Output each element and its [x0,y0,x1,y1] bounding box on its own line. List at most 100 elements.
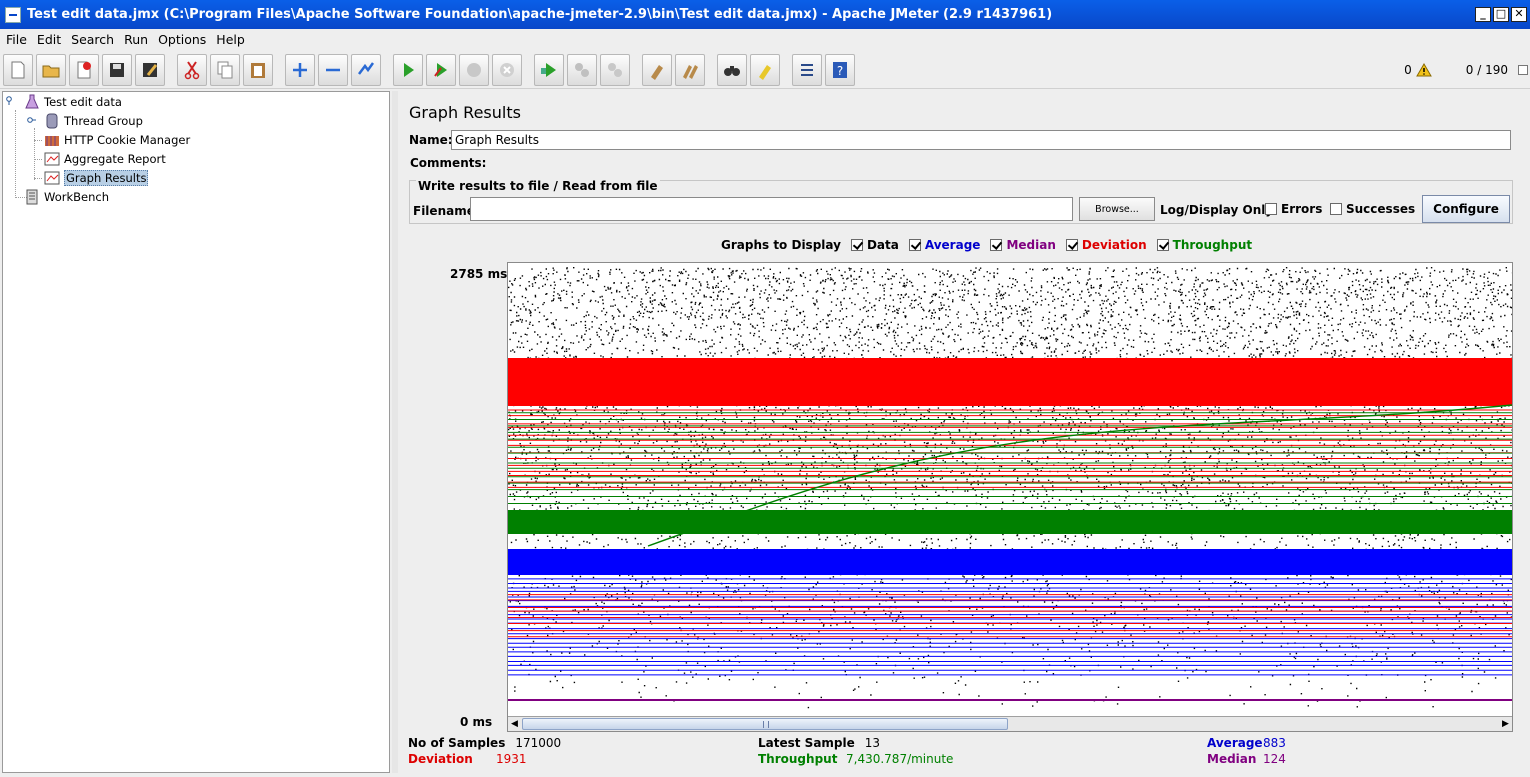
median-checkbox[interactable] [990,239,1003,251]
configure-button[interactable]: Configure [1422,195,1510,223]
tree-item-label: WorkBench [44,190,109,204]
clear-all-icon [683,64,698,79]
menu-search[interactable]: Search [67,32,118,47]
start-button[interactable] [393,53,423,86]
graph-option-median[interactable]: Median [990,238,1056,252]
close-button[interactable] [69,53,99,86]
graph-option-throughput[interactable]: Throughput [1156,238,1252,252]
tree-item-label: HTTP Cookie Manager [64,133,191,147]
filename-input[interactable] [470,197,1073,221]
open-button[interactable] [36,53,66,86]
tree-item-label: Thread Group [64,114,143,128]
close-window-button[interactable]: ✕ [1511,7,1527,22]
status-area: 0 0 / 190 [1404,51,1530,89]
copy-icon [217,61,233,78]
save-as-button[interactable] [135,53,165,86]
scroll-right-icon[interactable]: ▶ [1499,717,1512,731]
name-input[interactable] [451,130,1511,150]
deviation-label: Deviation [408,752,473,766]
browse-button[interactable]: Browse... [1079,197,1155,221]
data-checkbox[interactable] [850,239,863,251]
cut-button[interactable] [177,53,207,86]
stop-icon [467,62,481,77]
start-no-pauses-button[interactable] [426,53,456,86]
menu-help[interactable]: Help [212,32,249,47]
paste-button[interactable] [243,53,273,86]
name-label: Name: [409,133,453,147]
y-axis-max-label: 2785 ms [450,267,508,281]
menu-edit[interactable]: Edit [33,32,65,47]
maximize-button[interactable]: □ [1493,7,1509,22]
expand-all-button[interactable] [285,53,315,86]
expand-icon [293,62,307,77]
graph-plot-area: ◀ ▶ [507,262,1513,732]
tree-toggle-icon[interactable] [27,116,36,125]
samples-value: 171000 [515,736,562,750]
successes-option[interactable]: Successes [1330,202,1415,216]
minimize-button[interactable]: _ [1475,7,1491,22]
clear-all-button[interactable] [675,53,705,86]
open-icon [42,65,60,77]
tree-item-cookie-manager[interactable]: HTTP Cookie Manager [43,131,190,149]
cookie-manager-icon [45,136,59,146]
graph-option-deviation[interactable]: Deviation [1065,238,1147,252]
help-icon: ? [833,61,847,78]
tree-toggle-icon[interactable] [6,96,15,105]
deviation-band [508,358,1512,406]
reset-search-button[interactable] [750,53,780,86]
menu-file[interactable]: File [2,32,31,47]
test-plan-icon [25,94,39,109]
collapse-all-button[interactable] [318,53,348,86]
workbench-icon [26,189,38,205]
graph-horizontal-scrollbar[interactable]: ◀ ▶ [508,716,1512,731]
cut-icon [184,60,200,79]
tree-item-test-plan[interactable]: Test edit data [23,93,122,111]
menu-options[interactable]: Options [154,32,210,47]
errors-checkbox[interactable] [1265,203,1277,215]
running-indicator [1518,65,1528,75]
warning-icon[interactable] [1415,63,1432,77]
listener-icon [44,171,60,185]
tree-item-aggregate-report[interactable]: Aggregate Report [43,150,166,168]
copy-button[interactable] [210,53,240,86]
throughput-checkbox[interactable] [1156,239,1169,251]
new-button[interactable] [3,53,33,86]
tree-connector [34,140,42,141]
successes-checkbox[interactable] [1330,203,1342,215]
deviation-value: 1931 [496,752,527,766]
graph-option-data[interactable]: Data [850,238,899,252]
file-section: Write results to file / Read from file F… [409,179,1513,224]
graph-option-average[interactable]: Average [908,238,980,252]
median-value: 124 [1263,752,1286,766]
deviation-checkbox[interactable] [1065,239,1078,251]
errors-option[interactable]: Errors [1265,202,1322,216]
toolbar: ? 0 0 / 190 [0,51,1530,89]
help-button[interactable]: ? [825,53,855,86]
save-button[interactable] [102,53,132,86]
shutdown-button[interactable] [492,53,522,86]
average-checkbox[interactable] [908,239,921,251]
tree-item-label: Graph Results [64,170,149,186]
search-button[interactable] [717,53,747,86]
split-pane-divider[interactable] [392,91,398,773]
clear-button[interactable] [642,53,672,86]
tree-item-workbench[interactable]: WorkBench [23,188,109,206]
tree-item-graph-results[interactable]: Graph Results [43,169,149,187]
function-helper-button[interactable] [792,53,822,86]
remote-shutdown-icon [608,62,622,77]
tree-item-thread-group[interactable]: Thread Group [43,112,143,130]
remote-stop-button[interactable] [567,53,597,86]
graphs-to-display-label: Graphs to Display [721,238,841,252]
menu-run[interactable]: Run [120,32,152,47]
median-stat: Median 124 [1207,752,1286,766]
stop-button[interactable] [459,53,489,86]
remote-shutdown-button[interactable] [600,53,630,86]
toggle-button[interactable] [351,53,381,86]
graphs-to-display: Graphs to Display Data Average Median De… [721,237,1252,253]
scrollbar-thumb[interactable] [522,718,1008,730]
graph-results-panel: Graph Results Name: Comments: Write resu… [399,91,1530,777]
remote-start-button[interactable] [534,53,564,86]
scroll-left-icon[interactable]: ◀ [508,717,521,731]
start-no-pauses-icon [434,62,447,77]
samples-stat: No of Samples 171000 [408,736,561,750]
